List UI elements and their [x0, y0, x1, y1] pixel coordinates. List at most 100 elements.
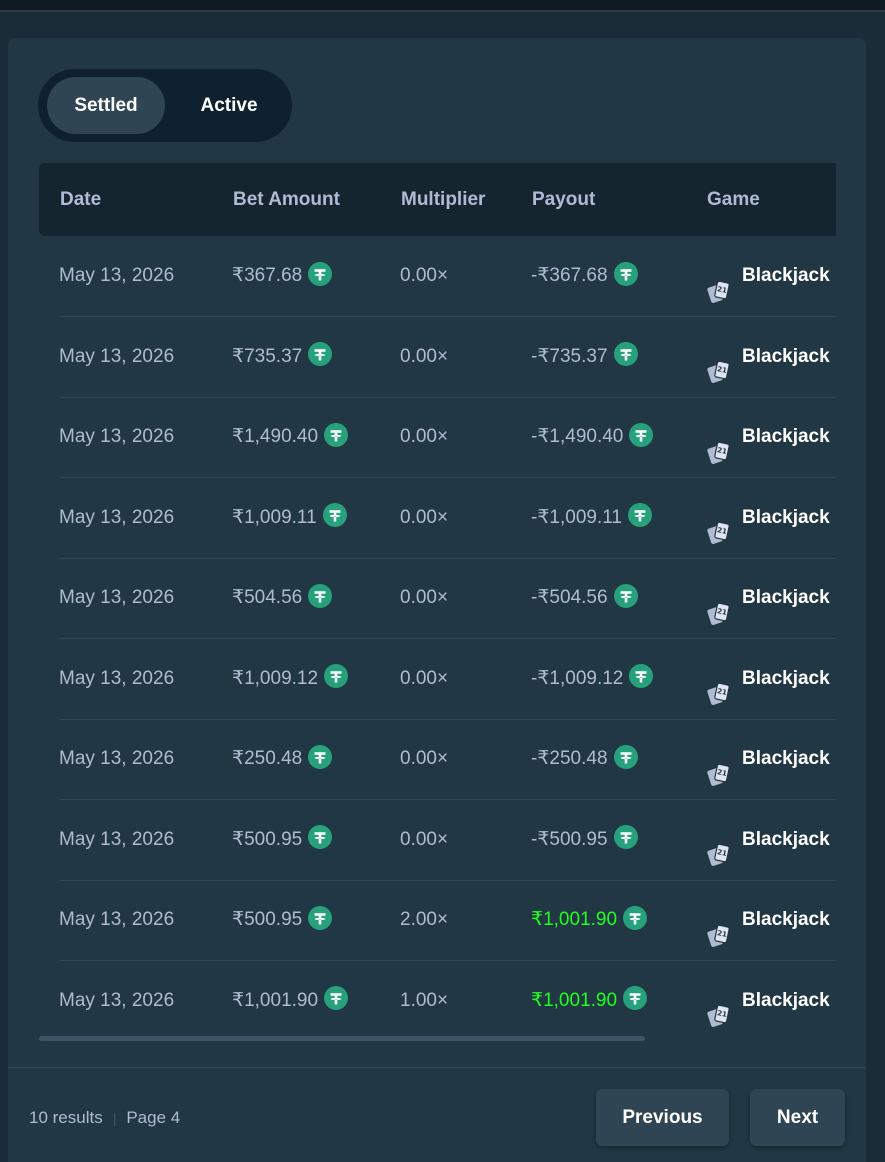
usdt-icon — [322, 503, 347, 528]
row-date: May 13, 2026 — [59, 748, 175, 769]
payout-value: -₹1,490.40 — [531, 426, 624, 447]
row-multiplier: 0.00× — [400, 265, 449, 286]
usdt-icon — [613, 744, 638, 769]
row-game[interactable]: 21 Blackjack — [706, 719, 830, 799]
blackjack-cards-icon: 21 — [706, 743, 732, 786]
game-name: Blackjack — [742, 426, 830, 447]
row-bet-amount: ₹500.95 — [232, 800, 333, 880]
results-count: 10 results — [29, 1108, 103, 1127]
game-name: Blackjack — [742, 909, 830, 930]
row-game[interactable]: 21 Blackjack — [706, 961, 830, 1041]
horizontal-scrollbar[interactable] — [39, 1036, 645, 1041]
bet-amount-value: ₹1,009.11 — [232, 506, 317, 528]
table-row[interactable]: May 13, 2026 ₹500.95 0.00× -₹500.95 21 Blackj… — [59, 800, 836, 881]
table-row[interactable]: May 13, 2026 ₹250.48 0.00× -₹250.48 21 Blackj… — [59, 719, 836, 800]
usdt-icon — [613, 583, 638, 608]
bet-amount-value: ₹1,001.90 — [232, 989, 319, 1011]
column-header-bet-amount: Bet Amount — [233, 189, 340, 210]
usdt-icon — [308, 342, 333, 367]
row-payout: -₹504.56 — [531, 558, 638, 638]
row-game[interactable]: 21 Blackjack — [706, 800, 830, 880]
row-payout: ₹1,001.90 — [531, 961, 648, 1041]
payout-value: -₹504.56 — [531, 587, 608, 608]
row-date: May 13, 2026 — [59, 909, 175, 930]
blackjack-cards-icon: 21 — [706, 662, 732, 706]
table-row[interactable]: May 13, 2026 ₹1,490.40 0.00× -₹1,490.40 21 Bl… — [59, 397, 836, 478]
game-name: Blackjack — [742, 265, 830, 286]
bet-amount-value: ₹367.68 — [232, 265, 303, 286]
bets-table: Date Bet Amount Multiplier Payout Game M… — [39, 163, 836, 1041]
game-name: Blackjack — [742, 989, 830, 1011]
table-row[interactable]: May 13, 2026 ₹735.37 0.00× -₹735.37 21 Blackj… — [59, 317, 836, 398]
table-row[interactable]: May 13, 2026 ₹1,009.12 0.00× -₹1,009.12 21 Bl… — [59, 639, 836, 720]
row-payout: -₹1,009.12 — [531, 639, 654, 719]
usdt-icon — [324, 664, 349, 689]
usdt-icon — [627, 503, 652, 528]
usdt-icon — [308, 825, 333, 850]
row-game[interactable]: 21 Blackjack — [706, 639, 830, 719]
column-header-game: Game — [707, 189, 760, 210]
blackjack-cards-icon: 21 — [706, 340, 732, 384]
row-bet-amount: ₹1,490.40 — [232, 397, 349, 477]
column-header-payout: Payout — [532, 189, 596, 210]
bet-amount-value: ₹500.95 — [232, 828, 303, 850]
row-payout: -₹735.37 — [531, 317, 638, 397]
row-multiplier: 0.00× — [400, 506, 449, 528]
row-multiplier: 0.00× — [400, 587, 449, 608]
game-name: Blackjack — [742, 506, 830, 528]
table-row[interactable]: May 13, 2026 ₹500.95 2.00× ₹1,001.90 21 Black… — [59, 880, 836, 961]
tab-settled[interactable]: Settled — [47, 77, 165, 134]
row-game[interactable]: 21 Blackjack — [706, 478, 830, 558]
tab-active[interactable]: Active — [175, 77, 283, 134]
page-indicator: Page 4 — [126, 1108, 181, 1127]
game-name: Blackjack — [742, 587, 830, 608]
blackjack-cards-icon: 21 — [706, 823, 732, 867]
table-row[interactable]: May 13, 2026 ₹367.68 0.00× -₹367.68 21 Blackj… — [59, 236, 836, 317]
row-bet-amount: ₹1,009.12 — [232, 639, 349, 719]
column-header-multiplier: Multiplier — [401, 189, 486, 210]
row-payout: -₹367.68 — [531, 236, 638, 316]
row-date: May 13, 2026 — [59, 265, 175, 286]
payout-value: ₹1,001.90 — [531, 909, 618, 930]
game-name: Blackjack — [742, 345, 830, 367]
table-row[interactable]: May 13, 2026 ₹504.56 0.00× -₹504.56 21 Blackj… — [59, 558, 836, 639]
row-bet-amount: ₹500.95 — [232, 880, 333, 960]
row-game[interactable]: 21 Blackjack — [706, 397, 830, 477]
next-button[interactable]: Next — [750, 1089, 845, 1146]
bet-amount-value: ₹1,490.40 — [232, 426, 319, 447]
row-date: May 13, 2026 — [59, 989, 175, 1011]
row-multiplier: 0.00× — [400, 667, 449, 689]
game-name: Blackjack — [742, 828, 830, 850]
row-game[interactable]: 21 Blackjack — [706, 317, 830, 397]
table-row[interactable]: May 13, 2026 ₹1,009.11 0.00× -₹1,009.11 21 Bl… — [59, 478, 836, 559]
game-name: Blackjack — [742, 748, 830, 769]
row-date: May 13, 2026 — [59, 506, 175, 528]
blackjack-cards-icon: 21 — [706, 904, 732, 947]
row-multiplier: 2.00× — [400, 909, 449, 930]
row-date: May 13, 2026 — [59, 667, 175, 689]
usdt-icon — [308, 905, 333, 930]
row-payout: ₹1,001.90 — [531, 880, 648, 960]
payout-value: -₹735.37 — [531, 345, 608, 367]
row-game[interactable]: 21 Blackjack — [706, 236, 830, 316]
row-date: May 13, 2026 — [59, 587, 175, 608]
row-game[interactable]: 21 Blackjack — [706, 880, 830, 960]
blackjack-cards-icon: 21 — [706, 582, 732, 625]
bet-amount-value: ₹1,009.12 — [232, 667, 319, 689]
usdt-icon — [629, 422, 654, 447]
row-date: May 13, 2026 — [59, 828, 175, 850]
row-multiplier: 0.00× — [400, 345, 449, 367]
game-name: Blackjack — [742, 667, 830, 689]
usdt-icon — [308, 261, 333, 286]
row-payout: -₹500.95 — [531, 800, 638, 880]
payout-value: -₹500.95 — [531, 828, 608, 850]
payout-value: -₹1,009.11 — [531, 506, 622, 528]
usdt-icon — [308, 744, 333, 769]
row-multiplier: 0.00× — [400, 426, 449, 447]
row-game[interactable]: 21 Blackjack — [706, 558, 830, 638]
table-row[interactable]: May 13, 2026 ₹1,001.90 1.00× ₹1,001.90 21 Bla… — [59, 961, 836, 1041]
previous-button[interactable]: Previous — [596, 1089, 729, 1146]
usdt-icon — [623, 986, 648, 1011]
payout-value: -₹1,009.12 — [531, 667, 624, 689]
row-bet-amount: ₹1,001.90 — [232, 961, 349, 1041]
